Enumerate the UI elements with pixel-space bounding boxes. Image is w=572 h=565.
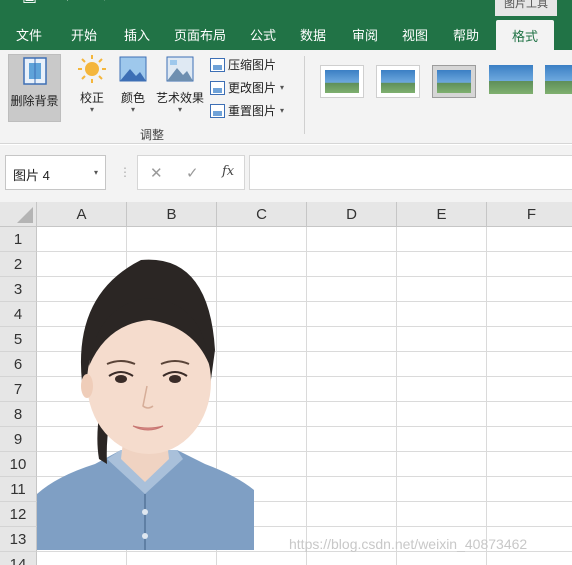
- tab-insert[interactable]: 插入: [124, 25, 150, 44]
- title-bar: ▣ ↶▾ ↷▾ 图片工具: [0, 0, 572, 16]
- undo-icon[interactable]: ↶▾: [50, 0, 71, 6]
- compress-icon: [210, 57, 225, 72]
- column-header-b[interactable]: B: [127, 202, 217, 227]
- formula-buttons: ✕ ✓ fx: [137, 155, 245, 190]
- change-picture-icon: [210, 80, 225, 95]
- insert-function-icon[interactable]: fx: [222, 164, 234, 179]
- row-header[interactable]: 11: [0, 477, 37, 502]
- remove-background-button[interactable]: 删除背景: [8, 54, 61, 122]
- enter-icon[interactable]: ✓: [186, 164, 199, 182]
- row-header[interactable]: 10: [0, 452, 37, 477]
- row-header[interactable]: 8: [0, 402, 37, 427]
- chevron-down-icon: ▾: [130, 105, 135, 114]
- gridline: [37, 251, 572, 252]
- chevron-down-icon: ▾: [280, 106, 285, 115]
- column-header-a[interactable]: A: [37, 202, 127, 227]
- remove-background-label: 删除背景: [10, 94, 59, 108]
- tab-review[interactable]: 审阅: [352, 25, 378, 44]
- formula-bar-area: 图片 4 ▾ ⋮ ✕ ✓ fx: [0, 145, 572, 202]
- reset-picture-icon: [210, 103, 225, 118]
- save-icon[interactable]: ▣: [22, 0, 37, 6]
- corrections-label: 校正: [79, 91, 104, 105]
- adjust-group-label: 调整: [140, 128, 165, 142]
- row-header[interactable]: 14: [0, 552, 37, 565]
- reset-picture-button[interactable]: 重置图片 ▾: [210, 102, 284, 119]
- picture-color-icon: [119, 56, 147, 82]
- gridline: [396, 227, 397, 565]
- artistic-effects-button[interactable]: 艺术效果 ▾: [155, 54, 205, 114]
- picture-tools-context-tab: 图片工具: [495, 0, 557, 16]
- watermark-text: https://blog.csdn.net/weixin_40873462: [289, 536, 528, 552]
- tab-formulas[interactable]: 公式: [250, 25, 276, 44]
- picture-style-thumb[interactable]: [432, 65, 476, 98]
- picture-style-thumb[interactable]: [489, 65, 533, 98]
- tab-help[interactable]: 帮助: [453, 25, 479, 44]
- column-header-d[interactable]: D: [307, 202, 397, 227]
- corrections-button[interactable]: 校正 ▾: [76, 54, 108, 114]
- artistic-effects-label: 艺术效果: [155, 91, 204, 105]
- row-header[interactable]: 9: [0, 427, 37, 452]
- select-all-corner[interactable]: [0, 202, 37, 227]
- remove-background-icon: [22, 57, 47, 85]
- row-header[interactable]: 2: [0, 252, 37, 277]
- gridline: [486, 227, 487, 565]
- tab-file[interactable]: 文件: [16, 25, 42, 44]
- ribbon: 删除背景 校正 ▾ 颜色 ▾ 艺术效果 ▾ 压缩图片 更改图片 ▾ 重置图片 ▾…: [0, 50, 572, 144]
- color-button[interactable]: 颜色 ▾: [118, 54, 148, 114]
- worksheet-grid: A B C D E F 1 2 3 4 5 6 7 8 9 10 11 12 1…: [0, 202, 572, 565]
- chevron-down-icon: ▾: [93, 168, 98, 177]
- picture-style-thumb[interactable]: [545, 65, 572, 98]
- change-picture-button[interactable]: 更改图片 ▾: [210, 79, 284, 96]
- change-picture-label: 更改图片: [228, 81, 277, 95]
- picture-style-thumb[interactable]: [376, 65, 420, 98]
- compress-pictures-label: 压缩图片: [228, 58, 277, 72]
- ribbon-tabs: 文件 开始 插入 页面布局 公式 数据 审阅 视图 帮助 格式: [0, 16, 572, 50]
- name-box[interactable]: 图片 4 ▾: [5, 155, 106, 190]
- cancel-icon[interactable]: ✕: [150, 164, 163, 182]
- picture-style-thumb[interactable]: [320, 65, 364, 98]
- drag-handle-icon[interactable]: ⋮: [119, 165, 131, 179]
- column-header-f[interactable]: F: [487, 202, 572, 227]
- tab-view[interactable]: 视图: [402, 25, 428, 44]
- chevron-down-icon: ▾: [177, 105, 182, 114]
- row-header[interactable]: 5: [0, 327, 37, 352]
- column-header-e[interactable]: E: [397, 202, 487, 227]
- sun-icon: [78, 55, 106, 83]
- gridline: [306, 227, 307, 565]
- formula-input[interactable]: [249, 155, 572, 190]
- column-header-c[interactable]: C: [217, 202, 307, 227]
- chevron-down-icon: ▾: [280, 83, 285, 92]
- tab-data[interactable]: 数据: [300, 25, 326, 44]
- row-header[interactable]: 3: [0, 277, 37, 302]
- row-header[interactable]: 12: [0, 502, 37, 527]
- artistic-effects-icon: [166, 56, 194, 82]
- row-header[interactable]: 13: [0, 527, 37, 552]
- row-header[interactable]: 7: [0, 377, 37, 402]
- tab-home[interactable]: 开始: [71, 25, 97, 44]
- row-header[interactable]: 1: [0, 227, 37, 252]
- portrait-picture[interactable]: [37, 254, 254, 550]
- row-header[interactable]: 6: [0, 352, 37, 377]
- color-label: 颜色: [120, 91, 145, 105]
- tab-format[interactable]: 格式: [496, 20, 555, 50]
- redo-icon[interactable]: ↷▾: [87, 0, 108, 6]
- tab-page-layout[interactable]: 页面布局: [174, 25, 226, 44]
- compress-pictures-button[interactable]: 压缩图片: [210, 56, 276, 73]
- chevron-down-icon: ▾: [89, 105, 94, 114]
- reset-picture-label: 重置图片: [228, 104, 277, 118]
- row-header[interactable]: 4: [0, 302, 37, 327]
- name-box-value: 图片 4: [13, 168, 50, 183]
- group-divider: [304, 56, 305, 134]
